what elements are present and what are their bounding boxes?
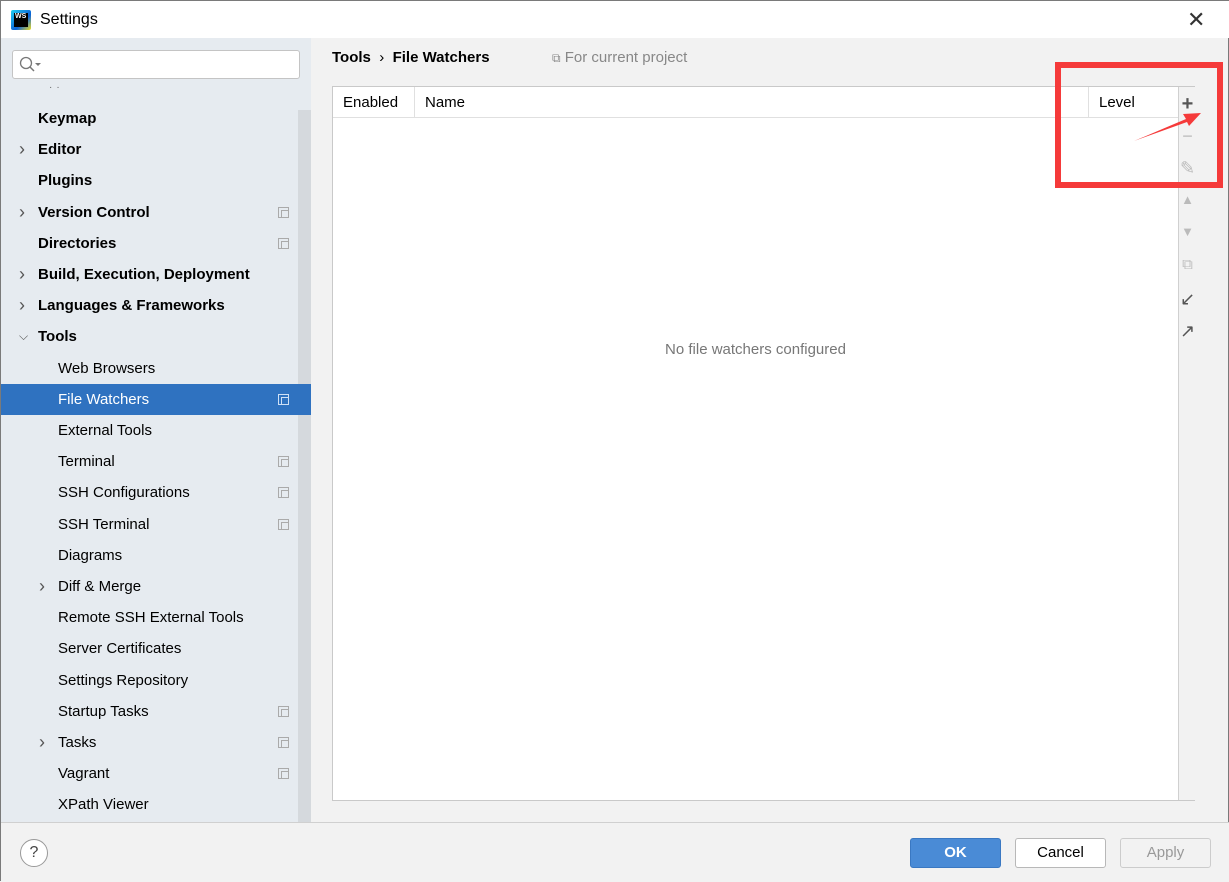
project-scope-icon bbox=[278, 206, 289, 218]
sidebar-item[interactable]: SSH Terminal bbox=[1, 509, 298, 540]
sidebar-item[interactable]: Plugins bbox=[1, 165, 298, 196]
chevron-right-icon[interactable]: › bbox=[39, 727, 45, 758]
project-scope-icon bbox=[278, 705, 289, 717]
sidebar-item[interactable]: › Languages & Frameworks bbox=[1, 290, 298, 321]
cancel-button[interactable]: Cancel bbox=[1015, 838, 1106, 868]
sidebar-item-label: Tasks bbox=[58, 734, 97, 751]
column-name[interactable]: Name bbox=[415, 87, 1089, 118]
sidebar-item[interactable]: ⌵ Tools bbox=[1, 321, 298, 352]
sidebar-item[interactable]: External Tools bbox=[1, 415, 298, 446]
import-icon[interactable]: ↙ bbox=[1179, 287, 1196, 311]
sidebar-item[interactable]: Keymap bbox=[1, 103, 298, 134]
sidebar-item-label: Diff & Merge bbox=[58, 578, 142, 595]
search-input[interactable] bbox=[12, 50, 300, 79]
annotation-arrow bbox=[1134, 113, 1201, 141]
sidebar-item[interactable]: File Watchers bbox=[1, 383, 311, 415]
sidebar-item-label: Directories bbox=[38, 234, 117, 252]
move-down-icon[interactable]: ▼ bbox=[1179, 220, 1196, 244]
sidebar-item-label: SSH Configurations bbox=[58, 484, 190, 502]
export-icon[interactable]: ↗ bbox=[1179, 319, 1196, 343]
sidebar-item[interactable]: Startup Tasks bbox=[1, 696, 298, 727]
sidebar-item[interactable]: Vagrant bbox=[1, 758, 298, 789]
empty-state-text: No file watchers configured bbox=[665, 341, 846, 358]
sidebar-item[interactable]: Web Browsers bbox=[1, 353, 298, 384]
sidebar-item[interactable]: › Build, Execution, Deployment bbox=[1, 259, 298, 290]
sidebar-item[interactable]: Directories bbox=[1, 228, 298, 259]
sidebar-item-label: Startup Tasks bbox=[58, 702, 149, 720]
project-scope-icon bbox=[278, 737, 289, 748]
close-icon[interactable]: ✕ bbox=[1187, 7, 1205, 33]
sidebar-item-label: Editor bbox=[38, 141, 82, 159]
column-enabled[interactable]: Enabled bbox=[333, 87, 415, 118]
sidebar-item-label: File Watchers bbox=[58, 390, 150, 408]
project-icon: ⧉ bbox=[552, 51, 561, 65]
sidebar-item[interactable]: Remote SSH External Tools bbox=[1, 602, 298, 633]
sidebar-item-label: Remote SSH External Tools bbox=[58, 609, 244, 627]
sidebar-item-label: External Tools bbox=[58, 422, 152, 439]
window-title: Settings bbox=[40, 11, 98, 28]
sidebar-item[interactable]: Diagrams bbox=[1, 540, 298, 571]
breadcrumb-current: File Watchers bbox=[392, 49, 490, 66]
apply-button[interactable]: Apply bbox=[1120, 838, 1211, 868]
sidebar: ·· Keymap › Editor Plugins › Version Control D… bbox=[1, 38, 311, 822]
sidebar-item[interactable]: SSH Configurations bbox=[1, 477, 298, 508]
ok-button[interactable]: OK bbox=[910, 838, 1001, 868]
copy-icon[interactable]: ⧉ bbox=[1179, 253, 1196, 277]
sidebar-item-label: Diagrams bbox=[58, 546, 123, 564]
sidebar-item-label: SSH Terminal bbox=[58, 515, 150, 533]
breadcrumb-separator: › bbox=[379, 49, 385, 66]
sidebar-item-label: Plugins bbox=[38, 172, 93, 190]
breadcrumb: Tools › File Watchers bbox=[332, 49, 490, 66]
sidebar-item-label: Settings Repository bbox=[58, 671, 189, 689]
chevron-right-icon[interactable]: › bbox=[39, 571, 45, 602]
sidebar-item-label: Vagrant bbox=[58, 765, 110, 783]
sidebar-item[interactable]: › Version Control bbox=[1, 197, 298, 228]
sidebar-item[interactable]: Server Certificates bbox=[1, 633, 298, 664]
project-scope-icon bbox=[278, 487, 289, 499]
scope-text: For current project bbox=[564, 49, 688, 66]
chevron-right-icon[interactable]: › bbox=[19, 134, 25, 165]
move-up-icon[interactable]: ▲ bbox=[1179, 188, 1196, 212]
app-logo: WS bbox=[11, 10, 31, 30]
chevron-right-icon[interactable]: › bbox=[19, 197, 25, 228]
project-scope-icon bbox=[278, 456, 289, 468]
sidebar-item-label: Server Certificates bbox=[58, 640, 182, 658]
button-bar: ? OK Cancel Apply bbox=[1, 822, 1229, 882]
scroll-indicator: ·· bbox=[49, 82, 64, 93]
file-watchers-table: Enabled Name Level No file watchers conf… bbox=[332, 86, 1195, 801]
sidebar-item-label: Keymap bbox=[38, 110, 97, 127]
table-header: Enabled Name Level bbox=[333, 87, 1178, 118]
sidebar-scrollbar[interactable] bbox=[298, 110, 311, 822]
chevron-right-icon[interactable]: › bbox=[19, 290, 25, 321]
help-button[interactable]: ? bbox=[20, 839, 48, 867]
sidebar-item-label: Version Control bbox=[38, 203, 150, 221]
sidebar-item[interactable]: › Editor bbox=[1, 134, 298, 165]
sidebar-item[interactable]: Terminal bbox=[1, 446, 298, 477]
sidebar-item-label: Web Browsers bbox=[58, 359, 156, 377]
sidebar-item[interactable]: › Tasks bbox=[1, 727, 298, 758]
sidebar-item-label: XPath Viewer bbox=[58, 796, 149, 814]
project-scope-icon bbox=[278, 237, 289, 249]
chevron-right-icon[interactable]: › bbox=[19, 259, 25, 290]
sidebar-item-label: Tools bbox=[38, 328, 77, 346]
sidebar-item-label: Build, Execution, Deployment bbox=[38, 266, 250, 283]
chevron-down-icon[interactable]: ⌵ bbox=[19, 321, 28, 352]
project-scope-icon bbox=[278, 393, 289, 405]
project-scope-icon bbox=[278, 768, 289, 780]
sidebar-item-label: Terminal bbox=[58, 453, 115, 471]
search-icon bbox=[19, 56, 41, 72]
table-toolbar: + − ✎ ▲ ▼ ⧉ ↙ ↗ bbox=[1178, 87, 1195, 800]
sidebar-item[interactable]: XPath Viewer bbox=[1, 789, 298, 820]
sidebar-item[interactable]: › Diff & Merge bbox=[1, 571, 298, 602]
scope-label: ⧉ For current project bbox=[552, 49, 687, 66]
project-scope-icon bbox=[278, 518, 289, 530]
title-bar: WS Settings ✕ bbox=[1, 1, 1229, 38]
sidebar-item-label: Languages & Frameworks bbox=[38, 297, 225, 315]
sidebar-item[interactable]: Settings Repository bbox=[1, 665, 298, 696]
breadcrumb-parent[interactable]: Tools bbox=[332, 49, 371, 66]
